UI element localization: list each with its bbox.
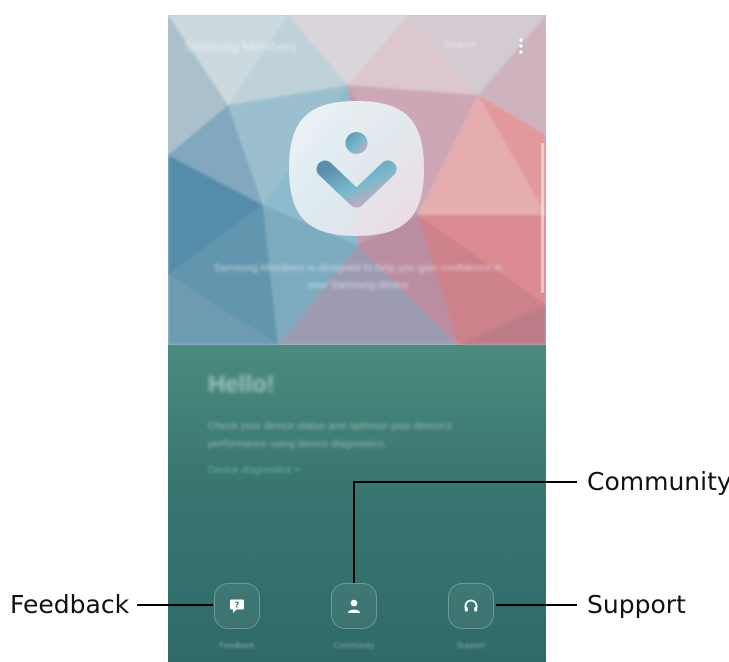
- tab-support-label: Support: [456, 641, 486, 650]
- tab-community-label: Community: [333, 641, 375, 650]
- hero-description: Samsung Members is designed to help you …: [213, 262, 503, 291]
- phone-screen: Samsung Members Search Samsung Members i…: [168, 15, 546, 662]
- community-person-icon: [348, 599, 360, 613]
- callout-feedback-label: Feedback: [10, 590, 130, 619]
- svg-text:?: ?: [235, 601, 240, 610]
- callout-community-label: Community: [587, 467, 729, 496]
- header-search-link[interactable]: Search: [444, 40, 476, 51]
- tab-community[interactable]: [331, 583, 377, 629]
- feedback-icon: ?: [230, 599, 244, 613]
- app-title: Samsung Members: [184, 39, 297, 54]
- greeting-heading: Hello!: [208, 371, 275, 398]
- callout-community-vertical-line: [353, 481, 355, 583]
- callout-feedback-line: [137, 604, 213, 606]
- hero-banner: Samsung Members Search Samsung Members i…: [168, 15, 546, 345]
- samsung-members-logo-icon: [289, 101, 424, 236]
- callout-support-line: [496, 604, 577, 606]
- callout-support-label: Support: [587, 590, 686, 619]
- tab-feedback-label: Feedback: [219, 641, 255, 650]
- callout-community-horizontal-line: [353, 481, 577, 483]
- content-description: Check your device status and optimize yo…: [208, 420, 452, 450]
- tab-feedback[interactable]: ?: [214, 583, 260, 629]
- page: Samsung Members Search Samsung Members i…: [0, 0, 729, 662]
- device-diagnostics-link[interactable]: Device diagnostics >: [208, 465, 300, 476]
- support-headset-icon: [464, 599, 478, 612]
- tab-support[interactable]: [448, 583, 494, 629]
- scrollbar[interactable]: [541, 143, 544, 293]
- more-vert-icon[interactable]: [514, 35, 528, 57]
